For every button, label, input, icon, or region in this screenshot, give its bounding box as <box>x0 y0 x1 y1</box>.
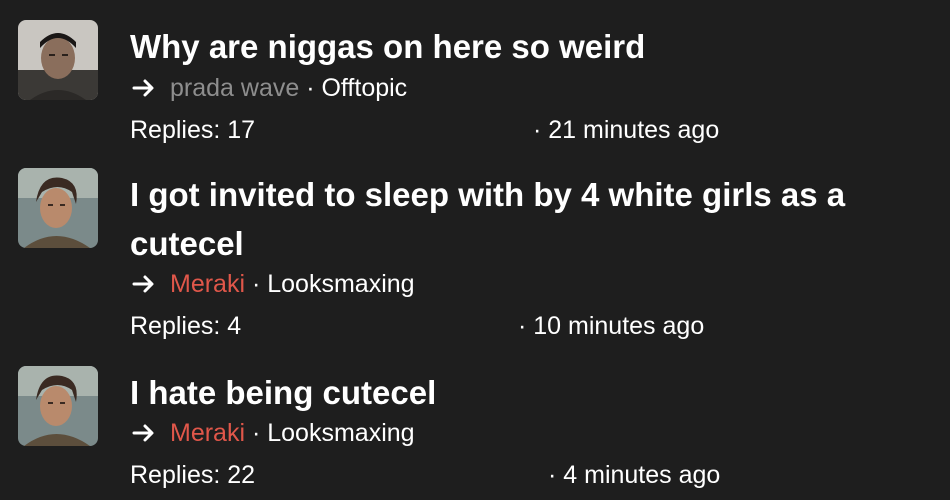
avatar[interactable] <box>18 168 98 248</box>
thread-list: Why are niggas on here so weird prada wa… <box>0 0 950 500</box>
meta-separator: · <box>251 270 261 298</box>
thread-forum[interactable]: Offtopic <box>321 74 407 102</box>
user-avatar-photo-icon <box>18 366 98 446</box>
reply-count: Replies: 4 <box>130 312 242 340</box>
thread-item[interactable]: I got invited to sleep with by 4 white g… <box>0 168 950 348</box>
thread-forum[interactable]: Looksmaxing <box>267 270 414 298</box>
thread-author[interactable]: Meraki <box>170 270 245 298</box>
user-avatar-photo-icon <box>18 168 98 248</box>
arrow-right-icon <box>132 78 156 98</box>
arrow-right-icon <box>132 274 156 294</box>
thread-timestamp: · 4 minutes ago <box>548 461 721 489</box>
reply-count: Replies: 22 <box>130 461 256 489</box>
thread-title[interactable]: Why are niggas on here so weird <box>130 22 930 71</box>
thread-timestamp: · 21 minutes ago <box>533 116 720 144</box>
thread-item[interactable]: Why are niggas on here so weird prada wa… <box>0 20 950 150</box>
thread-title[interactable]: I hate being cutecel <box>130 368 930 417</box>
thread-author[interactable]: Meraki <box>170 419 245 447</box>
thread-item[interactable]: I hate being cutecel Meraki · Looksmaxin… <box>0 366 950 496</box>
arrow-right-icon <box>132 423 156 443</box>
thread-forum[interactable]: Looksmaxing <box>267 419 414 447</box>
meta-separator: · <box>306 74 315 102</box>
avatar[interactable] <box>18 20 98 100</box>
thread-meta: prada wave · Offtopic <box>132 73 407 103</box>
thread-timestamp: · 10 minutes ago <box>518 312 705 340</box>
user-avatar-photo-icon <box>18 20 98 100</box>
thread-author[interactable]: prada wave <box>170 74 299 102</box>
reply-count: Replies: 17 <box>130 116 256 144</box>
thread-meta: Meraki · Looksmaxing <box>132 418 415 448</box>
thread-meta: Meraki · Looksmaxing <box>132 269 415 299</box>
thread-title[interactable]: I got invited to sleep with by 4 white g… <box>130 170 930 268</box>
meta-separator: · <box>251 419 261 447</box>
avatar[interactable] <box>18 366 98 446</box>
